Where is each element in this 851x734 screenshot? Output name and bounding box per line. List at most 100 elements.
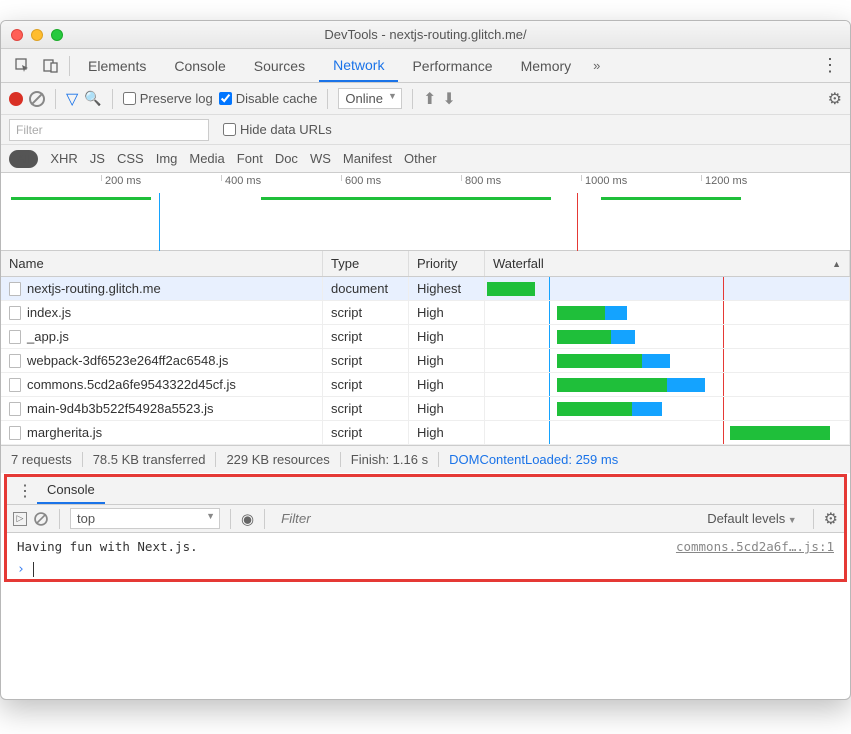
console-prompt[interactable]: › — [7, 560, 844, 579]
search-icon[interactable]: 🔍 — [84, 90, 101, 107]
overview-bars — [1, 193, 850, 251]
request-name: webpack-3df6523e264ff2ac6548.js — [27, 353, 228, 368]
network-toolbar: ▽ 🔍 Preserve log Disable cache Online ⬆ … — [1, 83, 850, 115]
request-name: main-9d4b3b522f54928a5523.js — [27, 401, 214, 416]
type-media[interactable]: Media — [189, 151, 224, 166]
request-priority: High — [409, 325, 485, 348]
console-clear-icon[interactable] — [34, 512, 48, 526]
type-all[interactable]: All — [9, 150, 38, 168]
traffic-lights — [11, 29, 63, 41]
overview-timeline[interactable]: 200 ms 400 ms 600 ms 800 ms 1000 ms 1200… — [1, 173, 850, 251]
type-img[interactable]: Img — [156, 151, 178, 166]
console-execute-icon[interactable]: ▷ — [13, 512, 27, 526]
type-js[interactable]: JS — [90, 151, 105, 166]
devtools-window: DevTools - nextjs-routing.glitch.me/ Ele… — [0, 20, 851, 700]
live-expression-icon[interactable]: ◉ — [241, 510, 254, 528]
request-type: script — [323, 301, 409, 324]
table-row[interactable]: main-9d4b3b522f54928a5523.js scriptHigh — [1, 397, 850, 421]
request-name: _app.js — [27, 329, 69, 344]
table-row[interactable]: index.jsscriptHigh — [1, 301, 850, 325]
minimize-window-button[interactable] — [31, 29, 43, 41]
request-name: margherita.js — [27, 425, 102, 440]
throttle-select[interactable]: Online — [338, 88, 402, 109]
type-other[interactable]: Other — [404, 151, 437, 166]
file-icon — [9, 306, 21, 320]
filter-input[interactable]: Filter — [9, 119, 209, 141]
tab-elements[interactable]: Elements — [74, 49, 160, 82]
inspect-icon[interactable] — [9, 52, 37, 80]
device-toggle-icon[interactable] — [37, 52, 65, 80]
upload-har-icon[interactable]: ⬆ — [423, 89, 436, 109]
request-name: index.js — [27, 305, 71, 320]
hide-data-urls-checkbox[interactable]: Hide data URLs — [223, 122, 332, 137]
request-waterfall — [485, 301, 850, 324]
status-resources: 229 KB resources — [216, 452, 340, 467]
console-settings-icon[interactable]: ⚙ — [824, 509, 838, 529]
request-type: script — [323, 373, 409, 396]
console-filter-input[interactable] — [275, 509, 695, 528]
type-xhr[interactable]: XHR — [50, 151, 77, 166]
clear-button[interactable] — [29, 91, 45, 107]
status-bar: 7 requests 78.5 KB transferred 229 KB re… — [1, 445, 850, 473]
main-tabs: Elements Console Sources Network Perform… — [1, 49, 850, 83]
console-menu-icon[interactable]: ⋮ — [13, 481, 37, 501]
console-source-link[interactable]: commons.5cd2a6f….js:1 — [676, 539, 834, 554]
file-icon — [9, 402, 21, 416]
type-manifest[interactable]: Manifest — [343, 151, 392, 166]
network-settings-icon[interactable]: ⚙ — [828, 89, 842, 109]
tab-console[interactable]: Console — [160, 49, 239, 82]
col-type[interactable]: Type — [323, 251, 409, 276]
log-level-select[interactable]: Default levels — [701, 509, 802, 528]
request-waterfall — [485, 325, 850, 348]
request-table: nextjs-routing.glitch.medocumentHighest i… — [1, 277, 850, 445]
request-priority: High — [409, 421, 485, 444]
tab-memory[interactable]: Memory — [507, 49, 586, 82]
request-type: script — [323, 397, 409, 420]
context-select[interactable]: top — [70, 508, 220, 529]
record-button[interactable] — [9, 92, 23, 106]
table-row[interactable]: margherita.js scriptHigh — [1, 421, 850, 445]
filter-toggle-icon[interactable]: ▽ — [66, 89, 78, 109]
col-priority[interactable]: Priority — [409, 251, 485, 276]
col-name[interactable]: Name — [1, 251, 323, 276]
file-icon — [9, 330, 21, 344]
dcl-marker — [159, 193, 160, 251]
type-css[interactable]: CSS — [117, 151, 144, 166]
table-row[interactable]: nextjs-routing.glitch.medocumentHighest — [1, 277, 850, 301]
close-window-button[interactable] — [11, 29, 23, 41]
status-dcl: DOMContentLoaded: 259 ms — [439, 452, 628, 467]
filter-bar: Filter Hide data URLs — [1, 115, 850, 145]
request-priority: High — [409, 397, 485, 420]
console-output: Having fun with Next.js. commons.5cd2a6f… — [7, 533, 844, 560]
request-waterfall — [485, 277, 850, 300]
console-drawer-tab[interactable]: Console — [37, 477, 105, 504]
request-waterfall — [485, 397, 850, 420]
request-waterfall — [485, 373, 850, 396]
request-priority: High — [409, 373, 485, 396]
file-icon — [9, 282, 21, 296]
table-row[interactable]: commons.5cd2a6fe9543322d45cf.jsscriptHig… — [1, 373, 850, 397]
table-row[interactable]: _app.js scriptHigh — [1, 325, 850, 349]
type-doc[interactable]: Doc — [275, 151, 298, 166]
request-priority: High — [409, 349, 485, 372]
more-tabs-icon[interactable]: » — [585, 58, 608, 73]
settings-menu-icon[interactable]: ⋮ — [818, 55, 842, 76]
col-waterfall[interactable]: Waterfall — [485, 251, 850, 276]
request-type: script — [323, 325, 409, 348]
zoom-window-button[interactable] — [51, 29, 63, 41]
console-message: Having fun with Next.js. — [17, 539, 198, 554]
download-har-icon[interactable]: ⬇ — [442, 89, 455, 109]
type-font[interactable]: Font — [237, 151, 263, 166]
tab-sources[interactable]: Sources — [240, 49, 319, 82]
file-icon — [9, 426, 21, 440]
tab-performance[interactable]: Performance — [398, 49, 506, 82]
tab-network[interactable]: Network — [319, 49, 398, 82]
request-waterfall — [485, 421, 850, 444]
preserve-log-checkbox[interactable]: Preserve log — [123, 91, 213, 106]
disable-cache-checkbox[interactable]: Disable cache — [219, 91, 318, 106]
request-type: script — [323, 421, 409, 444]
type-ws[interactable]: WS — [310, 151, 331, 166]
console-drawer: ⋮ Console ▷ top ◉ Default levels ⚙ Havin… — [4, 474, 847, 582]
table-row[interactable]: webpack-3df6523e264ff2ac6548.jsscriptHig… — [1, 349, 850, 373]
console-toolbar: ▷ top ◉ Default levels ⚙ — [7, 505, 844, 533]
